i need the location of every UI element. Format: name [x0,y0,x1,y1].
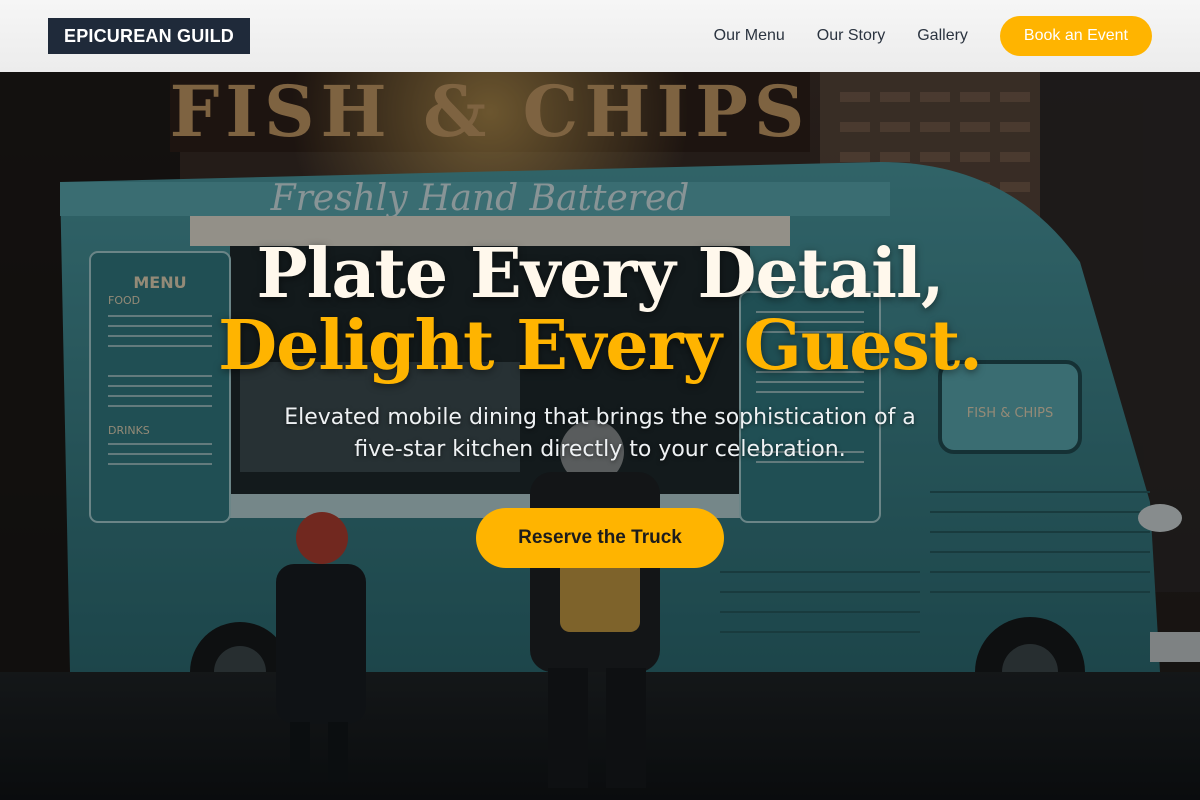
hero-subheadline: Elevated mobile dining that brings the s… [284,405,916,462]
hero-content: Plate Every Detail, Delight Every Guest.… [0,72,1200,800]
nav-links: Our Menu Our Story Gallery Book an Event [714,16,1152,56]
nav-link-our-menu[interactable]: Our Menu [714,27,785,45]
nav-link-gallery[interactable]: Gallery [917,27,968,45]
top-navigation: EPICUREAN GUILD Our Menu Our Story Galle… [0,0,1200,72]
nav-link-our-story[interactable]: Our Story [817,27,885,45]
hero-headline-line1: Plate Every Detail, [256,234,944,314]
book-event-button[interactable]: Book an Event [999,16,1152,56]
hero-headline-line2: Delight Every Guest. [218,306,983,386]
reserve-truck-button[interactable]: Reserve the Truck [476,508,724,568]
brand-logo[interactable]: EPICUREAN GUILD [48,18,251,54]
